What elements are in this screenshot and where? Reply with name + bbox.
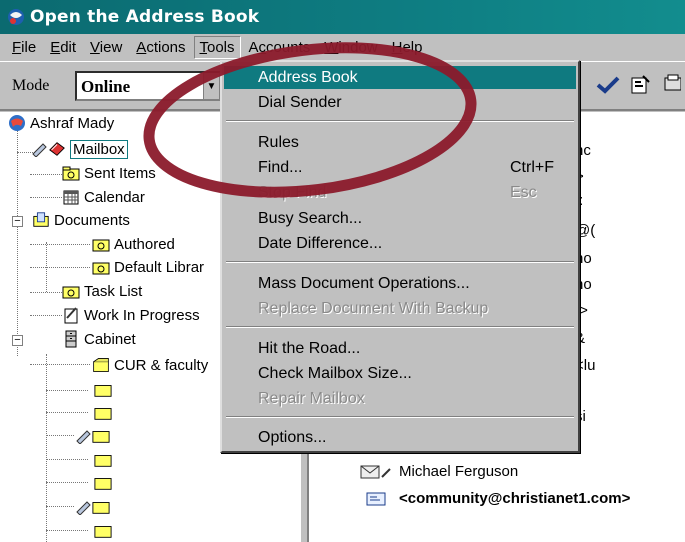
pencil-icon xyxy=(30,141,48,157)
tree-subfolder[interactable] xyxy=(94,402,112,424)
globe-icon xyxy=(8,115,26,131)
tree-item-documents[interactable]: Documents xyxy=(32,209,130,231)
menu-window[interactable]: Window xyxy=(318,36,383,59)
menu-tools[interactable]: Tools xyxy=(193,35,241,59)
folder-icon xyxy=(94,382,112,398)
menu-item-replace-document: Replace Document With Backup xyxy=(258,299,489,317)
collapse-toggle-documents[interactable]: − xyxy=(12,216,23,227)
message-row-sender[interactable]: Michael Ferguson xyxy=(359,463,518,480)
tree-item-authored[interactable]: Authored xyxy=(92,233,175,255)
sender-name: Michael Ferguson xyxy=(399,463,519,480)
chevron-down-icon[interactable]: ▼ xyxy=(203,73,219,99)
shared-folder-icon xyxy=(92,357,110,373)
menu-item-check-mailbox-size[interactable]: Check Mailbox Size... xyxy=(224,362,576,385)
tree-subfolder[interactable] xyxy=(94,520,112,542)
stop-find-shortcut: Esc xyxy=(510,183,537,201)
collapse-toggle-cabinet[interactable]: − xyxy=(12,335,23,346)
tree-item-work-in-progress[interactable]: Work In Progress xyxy=(62,304,200,326)
work-in-progress-icon xyxy=(62,307,80,324)
menu-item-mass-document-operations[interactable]: Mass Document Operations... xyxy=(224,272,576,295)
mailbox-icon xyxy=(48,141,66,157)
title-bar: Open the Address Book xyxy=(0,0,685,34)
menu-item-busy-search[interactable]: Busy Search... xyxy=(224,207,576,230)
query-folder-icon xyxy=(92,259,110,275)
menu-item-rules[interactable]: Rules xyxy=(224,131,576,154)
window-title: Open the Address Book xyxy=(30,7,260,27)
pencil-icon xyxy=(74,428,92,444)
menu-item-date-difference[interactable]: Date Difference... xyxy=(224,232,576,255)
folder-icon xyxy=(94,452,112,468)
sender-email: <community@christianet1.com> xyxy=(399,490,631,507)
tree-subfolder[interactable] xyxy=(94,449,112,471)
task-list-folder-icon xyxy=(62,283,80,299)
printer-icon[interactable] xyxy=(659,72,685,98)
tree-item-mailbox[interactable]: Mailbox xyxy=(30,138,128,160)
menu-item-hit-the-road[interactable]: Hit the Road... xyxy=(224,337,576,360)
mode-select[interactable]: Online ▼ xyxy=(75,71,221,101)
folder-icon xyxy=(92,499,110,515)
tree-root[interactable]: Ashraf Mady xyxy=(8,112,114,134)
tree-item-cur-faculty[interactable]: CUR & faculty xyxy=(92,354,208,376)
menu-item-find[interactable]: Find... Ctrl+F xyxy=(224,156,576,179)
calendar-icon xyxy=(62,189,80,205)
menu-item-repair-mailbox: Repair Mailbox xyxy=(258,389,365,407)
tree-item-default-library[interactable]: Default Librar xyxy=(92,256,204,278)
menu-help[interactable]: Help xyxy=(386,36,429,59)
documents-folder-icon xyxy=(32,212,50,228)
menu-view[interactable]: View xyxy=(84,36,128,59)
tools-menu-dropdown: Address Book Dial Sender Rules Find... C… xyxy=(220,60,580,453)
mode-label: Mode xyxy=(12,77,50,94)
find-shortcut: Ctrl+F xyxy=(510,158,554,176)
sent-items-folder-icon xyxy=(62,165,80,181)
menu-actions[interactable]: Actions xyxy=(130,36,191,59)
tree-item-task-list[interactable]: Task List xyxy=(62,280,142,302)
envelope-pencil-icon xyxy=(359,464,393,480)
tree-subfolder[interactable] xyxy=(94,379,112,401)
properties-icon[interactable] xyxy=(627,72,653,98)
menu-edit[interactable]: Edit xyxy=(44,36,82,59)
cabinet-icon xyxy=(62,330,80,348)
menu-file[interactable]: File xyxy=(6,36,42,59)
menu-separator xyxy=(226,120,574,122)
menu-bar: File Edit View Actions Tools Accounts Wi… xyxy=(0,34,685,60)
tree-item-sent-items[interactable]: Sent Items xyxy=(62,162,156,184)
menu-separator xyxy=(226,416,574,418)
tree-subfolder[interactable] xyxy=(74,425,110,447)
message-row-email[interactable]: <community@christianet1.com> xyxy=(359,490,630,507)
folder-icon xyxy=(92,428,110,444)
checkmark-pencil-icon[interactable] xyxy=(595,72,621,98)
tree-item-cabinet[interactable]: Cabinet xyxy=(62,328,136,350)
menu-item-options[interactable]: Options... xyxy=(224,426,576,449)
menu-separator xyxy=(226,261,574,263)
menu-item-dial-sender[interactable]: Dial Sender xyxy=(224,91,576,114)
menu-item-address-book[interactable]: Address Book xyxy=(224,66,576,89)
groupwise-app-icon[interactable] xyxy=(6,7,26,27)
mode-select-value: Online xyxy=(81,77,131,96)
tree-subfolder[interactable] xyxy=(94,472,112,494)
pencil-icon xyxy=(74,499,92,515)
folder-icon xyxy=(94,405,112,421)
menu-accounts[interactable]: Accounts xyxy=(243,36,317,59)
address-card-icon xyxy=(359,491,393,507)
folder-icon xyxy=(94,475,112,491)
query-folder-icon xyxy=(92,236,110,252)
menu-item-stop-find: Stop Find Esc xyxy=(258,183,537,201)
menu-separator xyxy=(226,326,574,328)
tree-item-calendar[interactable]: Calendar xyxy=(62,186,145,208)
tree-subfolder[interactable] xyxy=(74,496,110,518)
folder-icon xyxy=(94,523,112,539)
toolbar-icons xyxy=(595,72,685,98)
